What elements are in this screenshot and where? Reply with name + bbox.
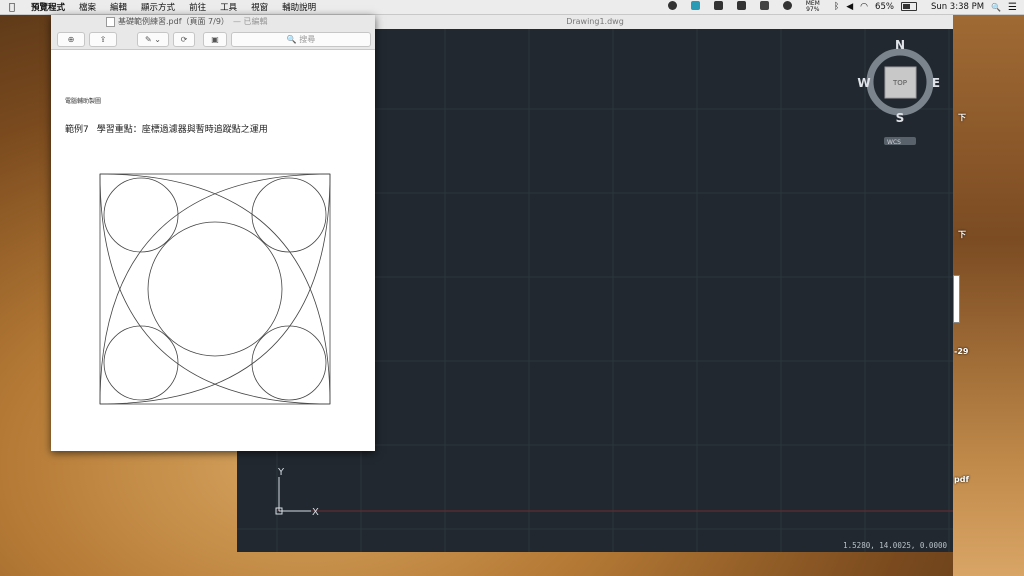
desktop-file-label[interactable]: pdf (954, 475, 969, 484)
pen-icon: ✎ (145, 35, 152, 44)
preview-window: 基礎範例練習.pdf（頁面 7/9） — 已編輯 ⊕ ⇪ ✎ ⌄ ⟳ ▣ 🔍 搜尋… (51, 15, 375, 451)
record-icon[interactable] (667, 1, 684, 13)
example-heading: 範例7 學習重點：座標過濾器與暫時追蹤點之運用 (65, 122, 268, 135)
viewcube-top-label: TOP (892, 79, 907, 87)
ucs-x-label: X (312, 507, 319, 518)
toolbox-button[interactable]: ▣ (203, 32, 227, 47)
ucs-icon: Y X (275, 467, 319, 518)
menu-bar:  預覽程式 檔案 編輯 顯示方式 前往 工具 視窗 輔助說明 MEM97% ᛒ… (0, 0, 1024, 15)
preview-toolbar: ⊕ ⇪ ✎ ⌄ ⟳ ▣ 🔍 搜尋 (51, 29, 375, 50)
rotate-icon: ⟳ (180, 35, 188, 44)
apple-menu-icon[interactable]:  (0, 2, 24, 13)
menu-edit[interactable]: 編輯 (103, 1, 134, 13)
desktop-file-label[interactable]: 下 (958, 229, 966, 240)
example-drawing (99, 173, 331, 405)
desktop-right-strip: 下 下 -29 pdf (953, 15, 1024, 576)
menu-app-preview[interactable]: 預覽程式 (24, 1, 72, 13)
search-icon: 🔍 (286, 35, 297, 44)
bluetooth-icon[interactable]: ᛒ (834, 2, 839, 12)
coordinate-readout: 1.5280, 14.0025, 0.0000 (843, 541, 947, 550)
app-status-icon[interactable] (690, 1, 707, 13)
inbox-icon[interactable] (713, 1, 730, 13)
battery-percent[interactable]: 65% (875, 2, 894, 12)
chevron-down-icon: ⌄ (154, 35, 161, 44)
notification-center-icon[interactable]: ☰ (1008, 2, 1017, 13)
memory-monitor[interactable]: MEM 97% (806, 1, 827, 13)
compass-north: N (895, 38, 905, 52)
status-area: MEM 97% ᛒ ◀ ◠ 65% Sun 3:38 PM 🔍 ☰ (667, 0, 1024, 14)
page-header-text: 電腦輔助製圖 (65, 98, 102, 105)
edited-status[interactable]: — 已編輯 (233, 17, 268, 26)
compass-east: E (932, 76, 940, 90)
menu-file[interactable]: 檔案 (72, 1, 103, 13)
viewcube[interactable]: TOP N S E W WCS (857, 38, 940, 146)
compass-west: W (857, 76, 870, 90)
menu-window[interactable]: 視窗 (244, 1, 275, 13)
zoom-in-icon: ⊕ (67, 35, 75, 44)
preview-title-bar[interactable]: 基礎範例練習.pdf（頁面 7/9） — 已編輯 (51, 15, 375, 29)
clock[interactable]: Sun 3:38 PM (931, 2, 984, 12)
pdf-page[interactable]: 電腦輔助製圖 範例7 學習重點：座標過濾器與暫時追蹤點之運用 (51, 50, 375, 451)
wifi-lock-icon[interactable] (736, 1, 753, 13)
compass-south: S (896, 111, 905, 125)
wcs-label: WCS (887, 139, 901, 146)
share-button[interactable]: ⇪ (89, 32, 117, 47)
sync-icon[interactable] (782, 1, 799, 13)
share-icon: ⇪ (99, 35, 107, 44)
menu-go[interactable]: 前往 (182, 1, 213, 13)
menu-view[interactable]: 顯示方式 (134, 1, 182, 13)
ucs-y-label: Y (277, 467, 285, 478)
learning-focus: 學習重點：座標過濾器與暫時追蹤點之運用 (96, 125, 268, 135)
spotlight-search-icon[interactable]: 🔍 (991, 3, 1001, 12)
volume-icon[interactable]: ◀ (846, 2, 853, 12)
example-number: 範例7 (65, 125, 89, 135)
wifi-icon[interactable]: ◠ (860, 2, 868, 12)
preview-file-title: 基礎範例練習.pdf（頁面 7/9） (118, 17, 229, 26)
battery-icon[interactable] (900, 2, 924, 12)
adobe-icon[interactable] (759, 1, 776, 13)
desktop-file-icon[interactable] (953, 275, 960, 323)
search-field[interactable]: 🔍 搜尋 (231, 32, 371, 47)
pdf-file-icon (106, 16, 115, 27)
menu-help[interactable]: 輔助說明 (275, 1, 323, 13)
menu-tools[interactable]: 工具 (213, 1, 244, 13)
toolbox-icon: ▣ (211, 35, 219, 44)
markup-button[interactable]: ✎ ⌄ (137, 32, 169, 47)
search-placeholder: 搜尋 (299, 35, 316, 44)
zoom-button[interactable]: ⊕ (57, 32, 85, 47)
desktop-file-label[interactable]: 下 (958, 112, 966, 123)
desktop-file-label[interactable]: -29 (954, 347, 968, 356)
rotate-button[interactable]: ⟳ (173, 32, 195, 47)
